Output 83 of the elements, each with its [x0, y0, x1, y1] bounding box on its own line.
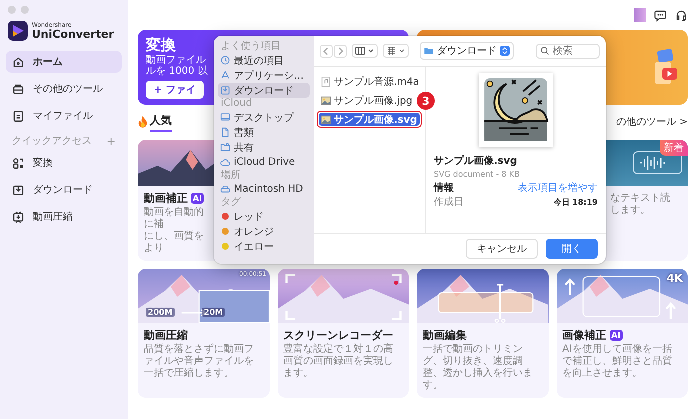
tool-card[interactable]: 動画編集 一括で動画のトリミング、切り抜き、速度調整、透かし挿入を行います。 — [417, 269, 548, 398]
sidebar-item[interactable]: マイファイル — [6, 105, 122, 127]
image-label: 200M — [146, 308, 175, 317]
created-date: 今日 18:19 — [554, 197, 598, 209]
toolbox-icon — [12, 82, 25, 96]
file-row[interactable]: サンプル音源.m4a — [319, 75, 422, 88]
location-dropdown[interactable]: ダウンロード — [420, 42, 514, 60]
created-label: 作成日 — [434, 196, 464, 209]
sidebar-item[interactable]: ホーム — [6, 51, 122, 73]
section-label: クイックアクセス — [12, 135, 92, 148]
back-icon[interactable] — [320, 44, 333, 58]
cloud-icon — [220, 157, 231, 168]
section-label: よく使う項目 — [220, 41, 282, 53]
image-file-icon — [321, 96, 331, 106]
section-label: タグ — [220, 197, 242, 209]
ai-badge: AI — [610, 330, 623, 340]
stepper-icon — [500, 46, 510, 56]
sidebar-item[interactable]: アプリケーシ… — [218, 68, 310, 83]
document-icon — [12, 110, 25, 122]
info-label: 情報 — [434, 182, 454, 195]
sidebar-item[interactable]: ダウンロード — [6, 179, 122, 201]
card-title: 動画編集 — [423, 328, 467, 342]
sidebar-item[interactable]: 最近の項目 — [218, 53, 310, 68]
grid-view-button[interactable] — [383, 44, 409, 58]
logo-icon — [8, 21, 28, 41]
app-name: UniConverter — [32, 28, 114, 40]
compress-icon — [12, 210, 25, 224]
file-name: サンプル画像.svg — [434, 155, 518, 169]
column-view-button[interactable] — [352, 44, 378, 58]
image-file-icon — [321, 114, 331, 124]
sidebar-item[interactable]: ダウンロード — [218, 83, 310, 98]
monitor-icon — [220, 112, 231, 123]
add-file-button[interactable]: + ファイ — [146, 81, 204, 99]
tool-card[interactable]: 4K 画像補正 AI AIを使用して画像を一括で補正し、鮮明さと品質を向上させます。 — [556, 269, 688, 398]
ai-badge: AI — [191, 192, 204, 204]
card-title: 動画補正 — [144, 190, 188, 206]
card-description: 豊富な設定で１対１の高画質の画面録画を実現します。 — [284, 344, 394, 380]
image-label: 4K — [666, 272, 683, 285]
section-label: iCloud — [220, 98, 254, 110]
file-row[interactable]: サンプル画像.jpg — [319, 94, 415, 107]
file-row[interactable]: サンプル画像.svg — [319, 113, 420, 126]
cancel-button[interactable]: キャンセル — [466, 239, 538, 259]
disk-icon — [220, 184, 231, 195]
download-icon — [220, 85, 231, 96]
more-tools-link[interactable]: の他のツール > — [616, 115, 688, 129]
audio-file-icon — [321, 76, 331, 86]
sidebar-item[interactable]: 動画圧縮 — [6, 206, 122, 228]
file-type: SVG document - 8 KB — [434, 169, 521, 181]
download-icon — [12, 184, 25, 196]
banner-description: 動画ファイル ルを 1000 以 — [146, 55, 208, 77]
tool-card[interactable]: スクリーンレコーダー 豊富な設定で１対１の高画質の画面録画を実現します。 — [278, 269, 409, 398]
headset-icon[interactable] — [675, 8, 688, 22]
card-title: 動画圧縮 — [144, 328, 188, 342]
card-description: 品質を落とさずに動画ファイルや音声ファイルを一括で圧縮します。 — [144, 344, 255, 380]
new-badge: 新着 — [660, 140, 688, 156]
document-icon — [220, 127, 231, 138]
shared-folder-icon — [220, 142, 231, 153]
card-description: AIを使用して画像を一括で補正し、鮮明さと品質を向上させます。 — [562, 344, 674, 380]
card-description: なテキスト読 します。 — [610, 193, 672, 217]
flame-icon — [138, 116, 148, 128]
card-description: 一括で動画のトリミング、切り抜き、速度調整、透かし挿入を行います。 — [423, 344, 534, 392]
section-label: 場所 — [220, 170, 242, 182]
home-icon — [12, 56, 25, 68]
apps-icon — [220, 70, 231, 81]
step-number-badge: 3 — [417, 92, 435, 110]
search-icon — [540, 46, 550, 56]
open-button[interactable]: 開く — [546, 239, 598, 259]
card-description: 動画を自動的に補 にし、画質をより — [144, 207, 205, 255]
banner-title: 変換 — [146, 36, 176, 54]
avatar[interactable] — [634, 8, 646, 22]
sidebar-item[interactable]: デスクトップ — [218, 110, 310, 125]
category-tab[interactable]: 人気 — [150, 112, 172, 132]
chat-icon[interactable] — [654, 8, 667, 22]
sidebar-item[interactable]: 書類 — [218, 125, 310, 140]
forward-icon[interactable] — [334, 44, 347, 58]
search-field[interactable]: 検索 — [536, 44, 600, 58]
clock-icon — [220, 55, 231, 66]
convert-icon — [12, 156, 25, 170]
sidebar-item[interactable]: 変換 — [6, 152, 122, 174]
sidebar-item[interactable]: その他のツール — [6, 78, 122, 100]
folder-icon — [424, 46, 434, 56]
card-title: 画像補正 — [562, 328, 606, 342]
card-title: スクリーンレコーダー — [284, 328, 394, 342]
